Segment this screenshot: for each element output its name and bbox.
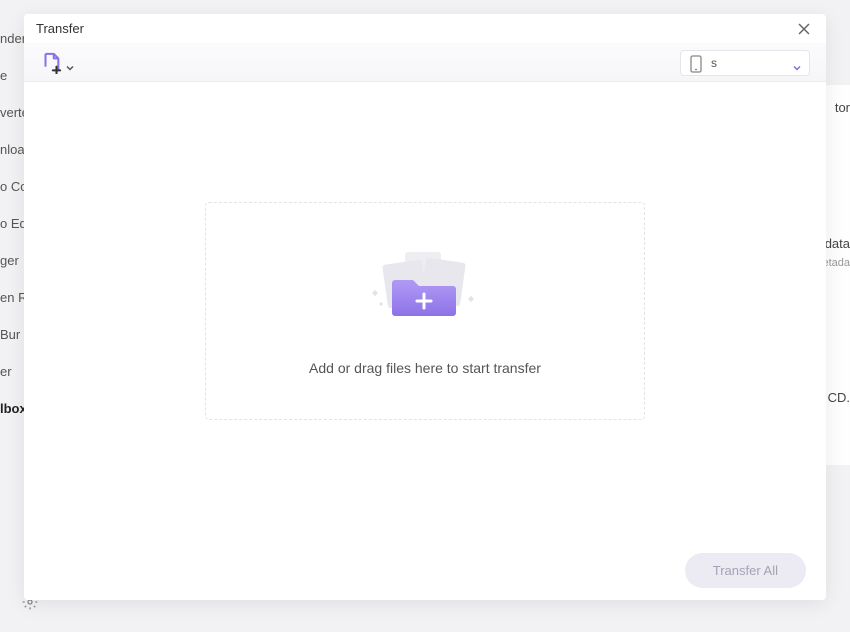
modal-title: Transfer [36, 21, 84, 36]
transfer-all-button[interactable]: Transfer All [685, 553, 806, 588]
bg-text: data [822, 236, 850, 252]
bg-right-fragments: tor data etada CD. [822, 100, 850, 412]
add-file-button[interactable] [40, 52, 74, 74]
modal-body: Add or drag files here to start transfer [24, 82, 826, 540]
close-button[interactable] [794, 19, 814, 39]
file-drop-zone[interactable]: Add or drag files here to start transfer [205, 202, 645, 420]
folder-plus-icon [365, 246, 485, 326]
chevron-down-icon [793, 59, 801, 67]
drop-zone-instruction: Add or drag files here to start transfer [309, 360, 541, 376]
modal-footer: Transfer All [24, 540, 826, 600]
phone-icon [689, 55, 703, 71]
modal-toolbar: s [24, 44, 826, 82]
bg-text: etada [822, 257, 850, 270]
device-select[interactable]: s [680, 50, 810, 76]
modal-header: Transfer [24, 14, 826, 44]
bg-text: tor [822, 100, 850, 116]
close-icon [798, 23, 810, 35]
transfer-modal: Transfer [24, 14, 826, 600]
device-selected-label: s [711, 56, 785, 70]
bg-text: CD. [822, 390, 850, 406]
add-file-icon [40, 52, 62, 74]
chevron-down-icon [66, 59, 74, 67]
